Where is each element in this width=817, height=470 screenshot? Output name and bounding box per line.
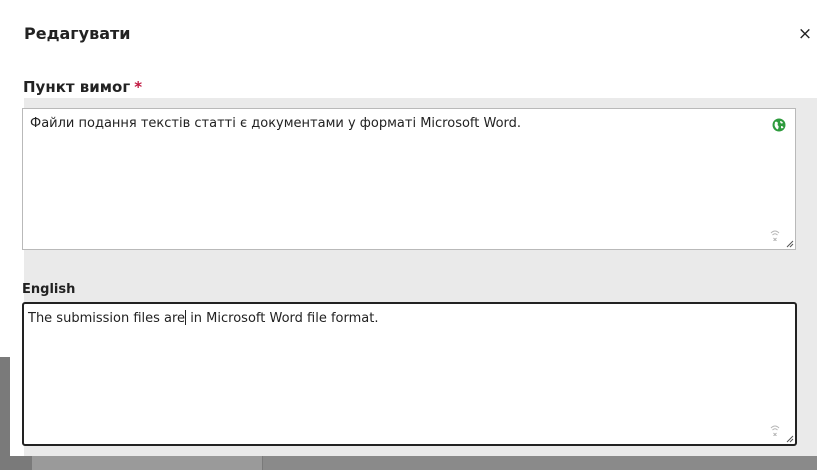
english-textarea[interactable]: The submission files are in Microsoft Wo… <box>22 302 797 446</box>
modal-title: Редагувати <box>24 24 131 43</box>
english-text-before-cursor: The submission files are <box>28 311 186 326</box>
close-button[interactable]: × <box>797 25 813 43</box>
required-marker: * <box>134 78 143 96</box>
requirement-text: Файли подання текстів статті є документа… <box>30 116 522 131</box>
resize-handle-icon[interactable] <box>786 435 794 443</box>
globe-icon[interactable] <box>772 118 786 132</box>
spellcheck-icon <box>770 230 780 241</box>
field-label-text: Пункт вимог <box>23 78 131 96</box>
field-label: Пункт вимог * <box>23 78 142 96</box>
spellcheck-icon <box>770 425 780 436</box>
page: Редагувати × Пункт вимог * Файли подання … <box>0 0 817 470</box>
language-label: English <box>22 282 76 297</box>
english-text-after-cursor: in Microsoft Word file format. <box>186 311 379 326</box>
resize-handle-icon[interactable] <box>786 240 794 248</box>
english-text: The submission files are in Microsoft Wo… <box>28 310 378 326</box>
requirement-textarea[interactable]: Файли подання текстів статті є документа… <box>22 108 796 250</box>
